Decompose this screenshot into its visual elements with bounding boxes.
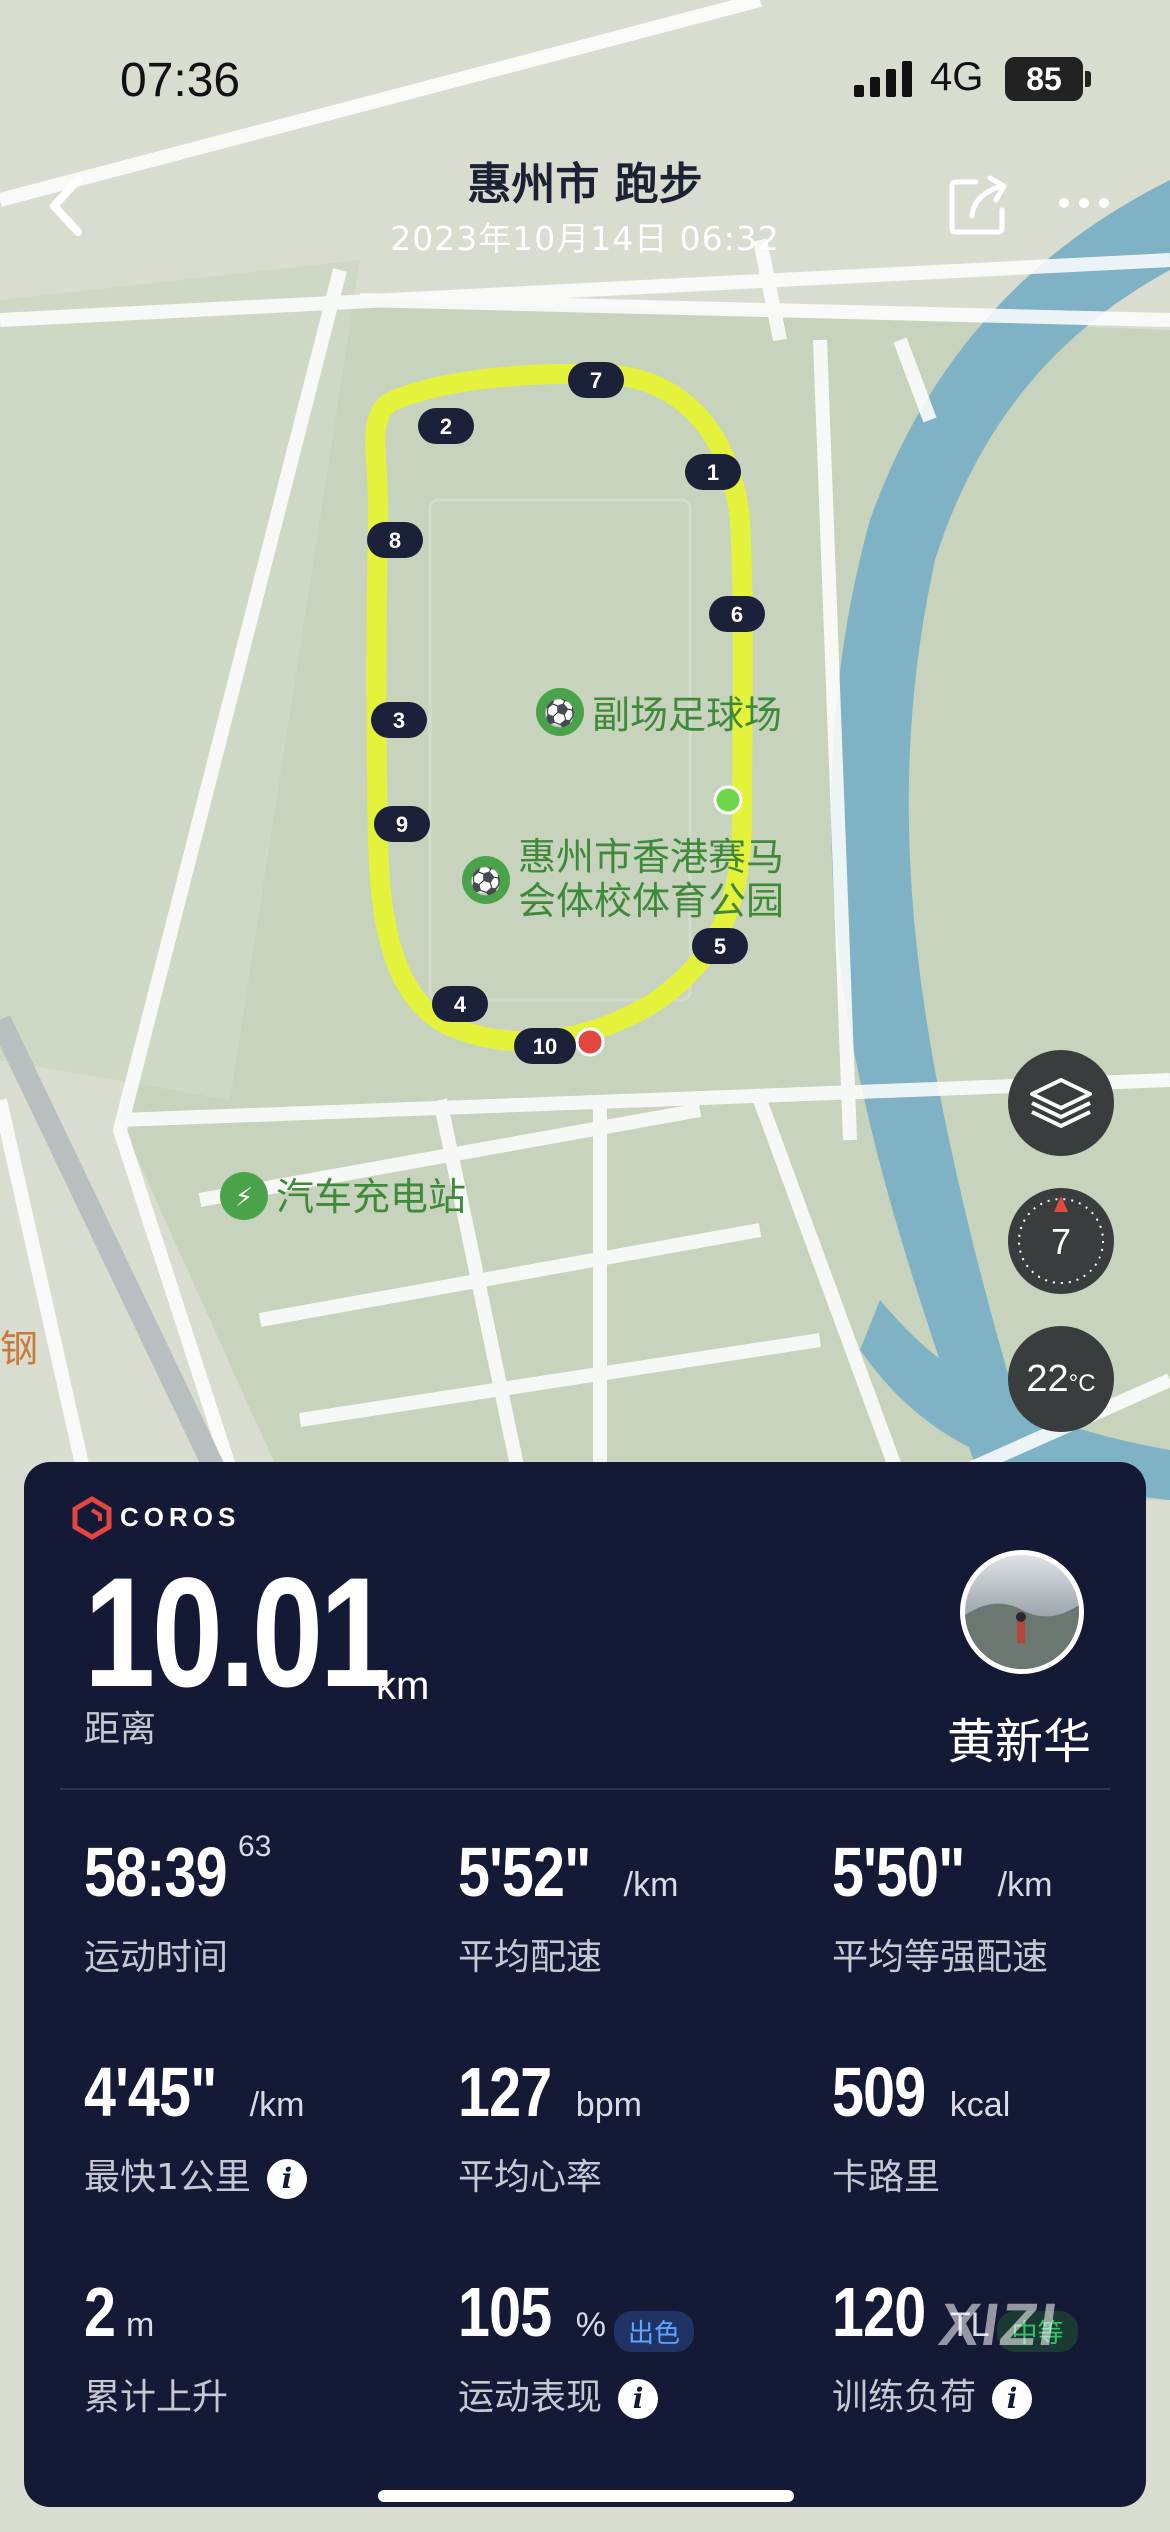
- compass-value: 7: [1051, 1221, 1071, 1262]
- compass-button[interactable]: 7: [1008, 1188, 1114, 1294]
- km-marker-label: 2: [440, 414, 452, 439]
- distance-block: 10.01 km: [84, 1544, 454, 1723]
- compass-icon: 7: [1018, 1196, 1104, 1284]
- km-marker-6: 6: [709, 596, 765, 632]
- stat-avg-heart-rate: 127 bpm 平均心率: [458, 2052, 788, 2200]
- km-marker-5: 5: [692, 928, 748, 964]
- stat-label: 平均心率: [458, 2157, 603, 2198]
- divider: [60, 1788, 1110, 1790]
- stat-label: 卡路里: [832, 2157, 941, 2198]
- stat-label: 最快1公里: [84, 2157, 251, 2198]
- info-icon[interactable]: i: [618, 2379, 659, 2419]
- km-marker-label: 3: [393, 708, 405, 733]
- stat-value: 105: [458, 2273, 552, 2351]
- coros-logo-icon: [72, 1496, 112, 1540]
- km-marker-8: 8: [367, 522, 423, 558]
- share-icon[interactable]: [946, 172, 1012, 238]
- stat-label: 运动时间: [84, 1937, 229, 1978]
- stat-unit: /km: [249, 2086, 305, 2124]
- stat-unit: %: [575, 2306, 607, 2344]
- km-marker-7: 7: [568, 362, 624, 398]
- stat-sup: 63: [238, 1830, 272, 1863]
- stat-value: 5'52": [458, 1833, 591, 1911]
- stat-fastest-km: 4'45" /km 最快1公里 i: [84, 2052, 414, 2200]
- network-type: 4G: [930, 55, 984, 99]
- map-edge-label: 钢: [0, 1327, 38, 1371]
- poi-label: 会体校体育公园: [518, 879, 784, 923]
- stat-label: 累计上升: [84, 2377, 229, 2418]
- stat-avg-pace: 5'52" /km 平均配速: [458, 1832, 788, 1980]
- map-layers-button[interactable]: [1008, 1050, 1114, 1156]
- km-marker-label: 6: [731, 602, 743, 627]
- stat-label: 运动表现: [458, 2377, 603, 2418]
- km-marker-1: 1: [685, 454, 741, 490]
- stat-label: 平均等强配速: [832, 1937, 1049, 1978]
- km-marker-label: 8: [389, 528, 401, 553]
- brand-name: COROS: [120, 1502, 241, 1532]
- stat-value: 2: [84, 2273, 116, 2351]
- stat-value: 120: [832, 2273, 926, 2351]
- km-marker-2: 2: [418, 408, 474, 444]
- watermark: XIZI: [935, 2291, 1063, 2358]
- poi-charging-station: ⚡ 汽车充电站: [220, 1172, 466, 1220]
- user-name: 黄新华: [946, 1714, 1091, 1770]
- stat-calories: 509 kcal 卡路里: [832, 2052, 1162, 2200]
- distance-label: 距离: [84, 1709, 157, 1750]
- poi-label: 副场足球场: [592, 693, 782, 737]
- poi-soccer-field: ⚽ 副场足球场: [536, 688, 782, 737]
- distance-value: 10.01: [84, 1546, 391, 1720]
- km-marker-label: 7: [590, 368, 602, 393]
- stat-performance: 105% 出色 运动表现 i: [458, 2272, 788, 2420]
- stat-grade-adjusted-pace: 5'50" /km 平均等强配速: [832, 1832, 1162, 1980]
- stat-value: 509: [832, 2053, 926, 2131]
- layers-icon: [1030, 1078, 1092, 1128]
- stat-elevation-gain: 2m 累计上升: [84, 2272, 414, 2420]
- stat-unit: /km: [623, 1866, 679, 1904]
- km-marker-4: 4: [432, 986, 488, 1022]
- km-marker-label: 5: [714, 934, 726, 959]
- info-icon[interactable]: i: [992, 2379, 1033, 2419]
- km-marker-3: 3: [371, 702, 427, 738]
- battery-tip: [1085, 71, 1091, 87]
- stat-value: 58:39: [84, 1833, 228, 1911]
- performance-badge: 出色: [614, 2311, 695, 2352]
- temperature-value: 22: [1026, 1358, 1069, 1400]
- stat-unit: kcal: [949, 2086, 1011, 2124]
- stat-duration: 58:39 63 运动时间: [84, 1830, 414, 1980]
- stat-label: 平均配速: [458, 1937, 603, 1978]
- km-marker-label: 10: [533, 1034, 557, 1059]
- distance-unit: km: [376, 1664, 430, 1708]
- battery-icon: 85: [1005, 57, 1083, 101]
- stat-unit: /km: [997, 1866, 1053, 1904]
- stat-unit: bpm: [575, 2086, 642, 2124]
- more-options-icon[interactable]: [1054, 178, 1114, 228]
- avatar-photo: [965, 1603, 1079, 1669]
- temperature-unit: °C: [1068, 1370, 1096, 1397]
- stat-unit: m: [125, 2306, 155, 2344]
- km-marker-label: 4: [454, 992, 467, 1017]
- km-marker-label: 1: [707, 460, 719, 485]
- avatar[interactable]: [960, 1550, 1084, 1674]
- soccer-icon: ⚽: [469, 866, 502, 897]
- poi-label: 惠州市香港赛马: [518, 835, 784, 879]
- stat-value: 5'50": [832, 1833, 965, 1911]
- km-marker-9: 9: [374, 806, 430, 842]
- km-marker-10: 10: [514, 1028, 576, 1064]
- stat-label: 训练负荷: [832, 2377, 977, 2418]
- status-time: 07:36: [120, 54, 241, 107]
- charging-icon: ⚡: [235, 1183, 253, 1213]
- info-icon[interactable]: i: [266, 2159, 307, 2199]
- stat-value: 127: [458, 2053, 552, 2131]
- soccer-icon: ⚽: [543, 698, 576, 729]
- poi-label: 汽车充电站: [276, 1175, 466, 1219]
- stat-value: 4'45": [84, 2053, 217, 2131]
- home-indicator[interactable]: [378, 2490, 794, 2502]
- km-marker-label: 9: [396, 812, 408, 837]
- status-bar: 07:36 4G 85: [0, 45, 1170, 115]
- signal-icon: [854, 61, 912, 97]
- battery-level: 85: [1026, 61, 1062, 97]
- weather-button[interactable]: 22°C: [1008, 1326, 1114, 1432]
